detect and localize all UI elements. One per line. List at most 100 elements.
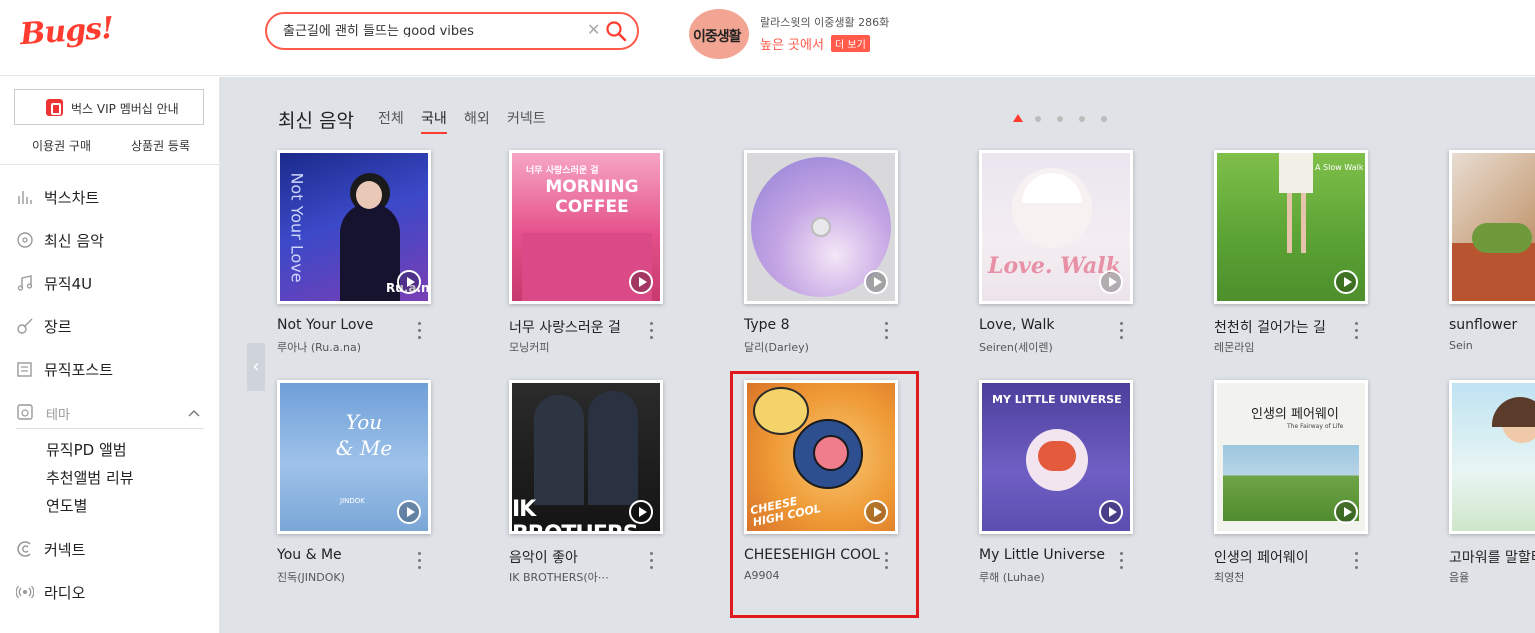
search-icon[interactable]	[605, 20, 627, 42]
chevron-up-icon[interactable]	[188, 408, 200, 418]
play-icon[interactable]	[629, 500, 653, 524]
album-title[interactable]: Love, Walk	[979, 317, 1119, 333]
bugs-logo[interactable]: Bugs!	[19, 11, 114, 52]
album-cover[interactable]: A Slow Walk	[1214, 150, 1368, 304]
album-artist[interactable]: 모닝커피	[509, 339, 644, 355]
album-artist[interactable]: Sein	[1449, 339, 1535, 352]
album-card[interactable]: 인생의 페어웨이 The Fairway of Life 인생의 페어웨이 최영…	[1214, 380, 1379, 590]
play-icon[interactable]	[1334, 500, 1358, 524]
album-artist[interactable]: Seiren(세이렌)	[979, 339, 1114, 355]
album-artist[interactable]: 최영천	[1214, 569, 1349, 585]
more-options-icon[interactable]	[1119, 320, 1125, 342]
more-options-icon[interactable]	[649, 320, 655, 342]
album-card[interactable]: Not Your Love Ru.a.na Not Your Love 루아나 …	[277, 150, 442, 360]
tab-all[interactable]: 전체	[378, 108, 404, 128]
album-card[interactable]: Type 8 달리(Darley)	[744, 150, 909, 360]
album-cover[interactable]	[1449, 380, 1535, 534]
search-input[interactable]	[283, 22, 583, 37]
theme-item-review[interactable]: 추천앨범 리뷰	[46, 467, 134, 488]
cover-text: MORNING COFFEE	[545, 177, 639, 217]
vip-membership-button[interactable]: 벅스 VIP 멤버십 안내	[14, 89, 204, 125]
play-icon[interactable]	[397, 500, 421, 524]
play-icon[interactable]	[1099, 500, 1123, 524]
more-options-icon[interactable]	[649, 550, 655, 572]
album-title[interactable]: Type 8	[744, 317, 884, 333]
play-icon[interactable]	[1334, 270, 1358, 294]
album-title[interactable]: 천천히 걸어가는 길	[1214, 317, 1354, 337]
album-title[interactable]: 너무 사랑스러운 걸	[509, 317, 649, 337]
album-artist[interactable]: 루아나 (Ru.a.na)	[277, 339, 412, 355]
tab-connect[interactable]: 커넥트	[507, 108, 546, 128]
album-artist[interactable]: 음율	[1449, 569, 1535, 585]
pager-dot[interactable]	[1101, 116, 1107, 122]
album-title[interactable]: 음악이 좋아	[509, 547, 649, 567]
album-title[interactable]: sunflower	[1449, 317, 1535, 333]
cover-subtext: 너무 사랑스러운 걸	[526, 166, 599, 176]
cover-text: 인생의 페어웨이	[1251, 407, 1339, 422]
more-options-icon[interactable]	[884, 550, 890, 572]
pager-dot[interactable]	[1079, 116, 1085, 122]
album-title[interactable]: 고마워를 말할티	[1449, 547, 1535, 567]
album-cover[interactable]: Love. Walk	[979, 150, 1133, 304]
album-card[interactable]: 너무 사랑스러운 걸 MORNING COFFEE 너무 사랑스러운 걸 모닝커…	[509, 150, 674, 360]
album-cover[interactable]: CHEESE HIGH COOL	[744, 380, 898, 534]
album-card[interactable]: Love. Walk Love, Walk Seiren(세이렌)	[979, 150, 1144, 360]
album-card[interactable]: MY LITTLE UNIVERSE My Little Universe 루해…	[979, 380, 1144, 590]
pager-dot[interactable]	[1035, 116, 1041, 122]
play-icon[interactable]	[864, 500, 888, 524]
album-cover[interactable]: 너무 사랑스러운 걸 MORNING COFFEE	[509, 150, 663, 304]
more-options-icon[interactable]	[1354, 550, 1360, 572]
album-title[interactable]: You & Me	[277, 547, 417, 563]
album-card[interactable]: CHEESE HIGH COOL CHEESEHIGH COOL A9904	[744, 380, 909, 590]
more-options-icon[interactable]	[884, 320, 890, 342]
theme-item-musicpd[interactable]: 뮤직PD 앨범	[46, 439, 127, 460]
more-options-icon[interactable]	[417, 320, 423, 342]
sidebar-item-label: 라디오	[44, 584, 86, 602]
search-box[interactable]: ✕	[265, 12, 639, 50]
album-cover[interactable]	[1449, 150, 1535, 304]
tab-domestic[interactable]: 국내	[421, 108, 447, 134]
album-card[interactable]: You & Me JINDOK You & Me 진독(JINDOK)	[277, 380, 442, 590]
pager-dot[interactable]	[1057, 116, 1063, 122]
promo-more-button[interactable]: 더 보기	[831, 35, 870, 52]
promo-title[interactable]: 높은 곳에서	[760, 34, 824, 53]
album-title[interactable]: CHEESEHIGH COOL	[744, 547, 884, 563]
buy-pass-link[interactable]: 이용권 구매	[32, 137, 91, 154]
sidebar-theme-header[interactable]: 테마	[16, 401, 204, 429]
more-options-icon[interactable]	[1119, 550, 1125, 572]
album-card[interactable]: A Slow Walk 천천히 걸어가는 길 레몬라임	[1214, 150, 1379, 360]
tab-overseas[interactable]: 해외	[464, 108, 490, 128]
promo-subtitle[interactable]: 랄라스윗의 이중생활 286화	[760, 14, 889, 30]
pager-current-icon[interactable]	[1013, 114, 1023, 122]
album-artist[interactable]: 레몬라임	[1214, 339, 1349, 355]
play-icon[interactable]	[864, 270, 888, 294]
album-artist[interactable]: A9904	[744, 569, 879, 582]
album-title[interactable]: My Little Universe	[979, 547, 1119, 563]
album-artist[interactable]: 진독(JINDOK)	[277, 569, 412, 585]
theme-item-by-year[interactable]: 연도별	[46, 495, 87, 516]
album-cover[interactable]: IK BROTHERS	[509, 380, 663, 534]
album-cover[interactable]: MY LITTLE UNIVERSE	[979, 380, 1133, 534]
play-icon[interactable]	[397, 270, 421, 294]
album-card[interactable]: sunflower Sein	[1449, 150, 1535, 360]
album-cover[interactable]: You & Me JINDOK	[277, 380, 431, 534]
album-title[interactable]: 인생의 페어웨이	[1214, 547, 1354, 567]
promo-thumbnail[interactable]: 이중생활	[689, 9, 749, 59]
album-title[interactable]: Not Your Love	[277, 317, 417, 333]
album-card[interactable]: 고마워를 말할티 음율	[1449, 380, 1535, 590]
register-voucher-link[interactable]: 상품권 등록	[131, 137, 190, 154]
album-cover[interactable]	[744, 150, 898, 304]
album-cover[interactable]: Not Your Love Ru.a.na	[277, 150, 431, 304]
more-options-icon[interactable]	[417, 550, 423, 572]
prev-arrow-icon[interactable]: ‹	[247, 343, 265, 391]
play-icon[interactable]	[629, 270, 653, 294]
album-card[interactable]: IK BROTHERS 음악이 좋아 IK BROTHERS(아⋯	[509, 380, 674, 590]
album-artist[interactable]: IK BROTHERS(아⋯	[509, 569, 644, 585]
album-artist[interactable]: 달리(Darley)	[744, 339, 879, 355]
clear-icon[interactable]: ✕	[587, 20, 600, 39]
more-options-icon[interactable]	[1354, 320, 1360, 342]
album-artist[interactable]: 루해 (Luhae)	[979, 569, 1114, 585]
play-icon[interactable]	[1099, 270, 1123, 294]
cover-text: MY LITTLE UNIVERSE	[992, 393, 1122, 406]
album-cover[interactable]: 인생의 페어웨이 The Fairway of Life	[1214, 380, 1368, 534]
